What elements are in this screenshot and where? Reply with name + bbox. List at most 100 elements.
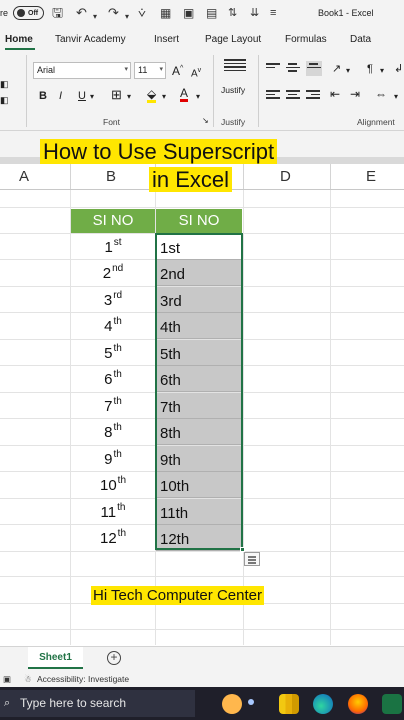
sheet-tab-bar: Sheet1 + bbox=[0, 646, 404, 670]
superscript-cell[interactable]: 6th bbox=[71, 365, 155, 391]
superscript-cell[interactable]: 5th bbox=[71, 339, 155, 365]
font-color-icon[interactable]: A bbox=[180, 87, 189, 102]
quick-analysis-icon[interactable] bbox=[244, 552, 260, 566]
cell-number: 8 bbox=[104, 424, 113, 441]
superscript-cell[interactable]: 12th bbox=[71, 524, 155, 550]
shrink-font-button[interactable]: Av bbox=[191, 64, 201, 81]
sort-desc-icon[interactable]: ⇊ bbox=[250, 5, 259, 21]
selected-cell[interactable]: 2nd bbox=[156, 260, 242, 286]
selected-cell[interactable]: 7th bbox=[156, 393, 242, 419]
tab-home[interactable]: Home bbox=[5, 34, 33, 45]
borders-icon[interactable]: ⊞ bbox=[111, 88, 122, 102]
superscript-cell[interactable]: 2nd bbox=[71, 259, 155, 285]
sort-icon[interactable]: ⇅ bbox=[228, 5, 237, 21]
grow-font-button[interactable]: A^ bbox=[172, 62, 183, 78]
font-name-box[interactable]: Arial ▾ bbox=[33, 62, 131, 79]
selected-cell[interactable]: 9th bbox=[156, 446, 242, 472]
taskbar-search-box[interactable]: ⌕ Type here to search bbox=[0, 690, 195, 717]
font-dialog-launcher-icon[interactable]: ↘ bbox=[202, 114, 209, 128]
chevron-down-icon[interactable]: ▾ bbox=[90, 90, 94, 104]
undo-icon[interactable]: ↶ bbox=[76, 5, 87, 21]
wrap-text-icon[interactable]: ↲ bbox=[394, 62, 403, 76]
camera-icon[interactable]: ▤ bbox=[206, 5, 217, 21]
undo-dropdown-icon[interactable]: ▾ bbox=[93, 9, 97, 25]
selected-cell[interactable]: 11th bbox=[156, 499, 242, 525]
form-icon[interactable]: ▦ bbox=[160, 5, 171, 21]
selected-cell[interactable]: 5th bbox=[156, 340, 242, 366]
add-sheet-icon[interactable]: + bbox=[107, 651, 121, 665]
merge-center-icon[interactable]: ⇔ bbox=[375, 87, 387, 101]
excel-app-icon[interactable] bbox=[382, 694, 402, 714]
align-right-icon[interactable] bbox=[306, 90, 320, 101]
cell-number: 7 bbox=[104, 398, 113, 415]
filter-icon[interactable]: ⩒ bbox=[138, 5, 146, 21]
superscript-cell[interactable]: 9th bbox=[71, 445, 155, 471]
redo-dropdown-icon[interactable]: ▾ bbox=[125, 9, 129, 25]
tab-tanvir-academy[interactable]: Tanvir Academy bbox=[55, 34, 126, 45]
column-header-b[interactable]: B bbox=[106, 168, 116, 185]
customize-toolbar-icon[interactable]: ≡ bbox=[270, 5, 276, 21]
autosave-toggle[interactable]: Off bbox=[13, 6, 44, 20]
tab-formulas[interactable]: Formulas bbox=[285, 34, 327, 45]
increase-indent-icon[interactable]: ⇥ bbox=[350, 87, 360, 101]
chevron-down-icon[interactable]: ▾ bbox=[346, 64, 350, 78]
group-separator bbox=[213, 55, 214, 127]
orientation-icon[interactable]: ↗ bbox=[332, 62, 341, 76]
selected-cell[interactable]: 6th bbox=[156, 366, 242, 392]
superscript-cell[interactable]: 10th bbox=[71, 471, 155, 497]
edge-browser-icon[interactable] bbox=[313, 694, 333, 714]
italic-button[interactable]: I bbox=[59, 89, 62, 103]
header-cell-b[interactable]: SI NO bbox=[71, 209, 155, 233]
sheet-tab-sheet1[interactable]: Sheet1 bbox=[28, 647, 83, 669]
bold-button[interactable]: B bbox=[39, 89, 47, 103]
alignment-group-label: Alignment bbox=[357, 117, 395, 127]
align-middle-icon[interactable] bbox=[286, 63, 300, 74]
selected-cell[interactable]: 8th bbox=[156, 419, 242, 445]
fill-color-icon[interactable]: ⬙ bbox=[147, 88, 157, 103]
clipboard-edge-icon-2[interactable]: ◧ bbox=[0, 93, 9, 107]
selected-cell[interactable]: 4th bbox=[156, 313, 242, 339]
align-center-icon[interactable] bbox=[286, 90, 300, 101]
chevron-down-icon[interactable]: ▾ bbox=[196, 90, 200, 104]
align-top-icon[interactable] bbox=[266, 63, 280, 74]
cell-number: 6 bbox=[104, 371, 113, 388]
chevron-down-icon[interactable]: ▾ bbox=[127, 90, 131, 104]
align-left-icon[interactable] bbox=[266, 90, 280, 101]
justify-button[interactable]: Justify bbox=[218, 59, 252, 99]
align-bottom-icon[interactable] bbox=[306, 61, 322, 76]
chevron-down-icon[interactable]: ▾ bbox=[162, 90, 166, 104]
clipboard-edge-icon[interactable]: ◧ bbox=[0, 77, 9, 91]
save-icon[interactable]: 🖫 bbox=[52, 5, 63, 21]
firefox-icon[interactable] bbox=[348, 694, 368, 714]
tab-insert[interactable]: Insert bbox=[154, 34, 179, 45]
superscript-cell[interactable]: 1st bbox=[71, 233, 155, 259]
selected-cell[interactable]: 10th bbox=[156, 472, 242, 498]
column-header-a[interactable]: A bbox=[19, 168, 29, 185]
selected-cell[interactable]: 12th bbox=[156, 525, 242, 551]
header-cell-c[interactable]: SI NO bbox=[156, 209, 242, 233]
paragraph-direction-icon[interactable]: ¶ bbox=[367, 62, 373, 76]
superscript-cell[interactable]: 7th bbox=[71, 392, 155, 418]
underline-button[interactable]: U bbox=[78, 89, 86, 103]
selected-cell[interactable]: 3rd bbox=[156, 287, 242, 313]
clipped-label: re bbox=[0, 8, 9, 18]
active-cell[interactable]: 1st bbox=[156, 234, 242, 260]
power-bi-icon[interactable] bbox=[279, 694, 299, 714]
column-header-d[interactable]: D bbox=[280, 168, 291, 185]
chevron-down-icon[interactable]: ▾ bbox=[394, 90, 398, 104]
decrease-indent-icon[interactable]: ⇤ bbox=[330, 87, 340, 101]
font-size-box[interactable]: 11 ▾ bbox=[134, 62, 166, 79]
accessibility-icon[interactable]: ☃ bbox=[24, 674, 32, 685]
tab-page-layout[interactable]: Page Layout bbox=[205, 34, 261, 45]
accessibility-status[interactable]: Accessibility: Investigate bbox=[37, 674, 129, 684]
superscript-cell[interactable]: 8th bbox=[71, 418, 155, 444]
superscript-cell[interactable]: 4th bbox=[71, 312, 155, 338]
tab-data[interactable]: Data bbox=[350, 34, 371, 45]
column-header-e[interactable]: E bbox=[366, 168, 376, 185]
chevron-down-icon[interactable]: ▾ bbox=[380, 64, 384, 78]
widgets-icon[interactable] bbox=[222, 694, 242, 714]
table-icon[interactable]: ▣ bbox=[183, 5, 194, 21]
superscript-cell[interactable]: 3rd bbox=[71, 286, 155, 312]
superscript-cell[interactable]: 11th bbox=[71, 498, 155, 524]
redo-icon[interactable]: ↷ bbox=[108, 5, 119, 21]
